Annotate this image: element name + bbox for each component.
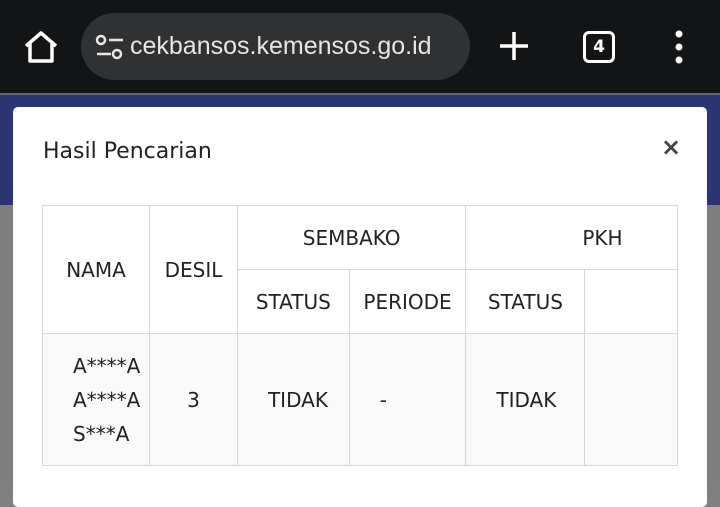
cell-sembako-status: TIDAK — [236, 333, 350, 466]
cell-nama: A****A A****A S***A — [42, 333, 150, 466]
header-sembako-periode: PERIODE — [348, 269, 467, 334]
overflow-menu-icon[interactable] — [670, 30, 688, 64]
cell-program-2-status: TIDAK — [465, 333, 586, 466]
nama-line: A****A — [73, 353, 141, 378]
url-text: cekbansos.kemensos.go.id — [130, 32, 432, 60]
header-desil: DESIL — [149, 205, 238, 334]
header-program-2: PKH — [465, 205, 678, 270]
result-table: NAMA DESIL SEMBAKO PKH STATUS PERIODE ST… — [42, 205, 678, 466]
cell-sembako-periode: - — [348, 333, 467, 466]
result-table-container[interactable]: NAMA DESIL SEMBAKO PKH STATUS PERIODE ST… — [42, 205, 678, 467]
table-row: A****A A****A S***A 3 TIDAK - TIDAK — [42, 333, 678, 466]
nama-line: S***A — [73, 421, 130, 446]
cell-desil: 3 — [149, 333, 238, 466]
header-sembako-status: STATUS — [236, 269, 350, 334]
cell-program-2-periode — [584, 333, 678, 466]
address-bar[interactable]: cekbansos.kemensos.go.id — [81, 13, 470, 80]
site-settings-icon[interactable] — [95, 34, 125, 60]
header-program-2-periode — [584, 269, 678, 334]
close-button[interactable]: × — [659, 132, 683, 162]
tab-switcher-button[interactable]: 4 — [583, 31, 615, 63]
home-icon[interactable] — [22, 28, 60, 66]
modal-title: Hasil Pencarian — [43, 139, 212, 164]
new-tab-icon[interactable] — [498, 30, 530, 62]
header-program-2-status: STATUS — [465, 269, 586, 334]
header-sembako: SEMBAKO — [236, 205, 467, 270]
browser-toolbar: cekbansos.kemensos.go.id 4 — [0, 0, 720, 93]
search-result-modal: Hasil Pencarian × NAMA DESIL SEMBAKO PKH — [13, 107, 707, 507]
header-nama: NAMA — [42, 205, 150, 334]
nama-line: A****A — [73, 387, 141, 412]
